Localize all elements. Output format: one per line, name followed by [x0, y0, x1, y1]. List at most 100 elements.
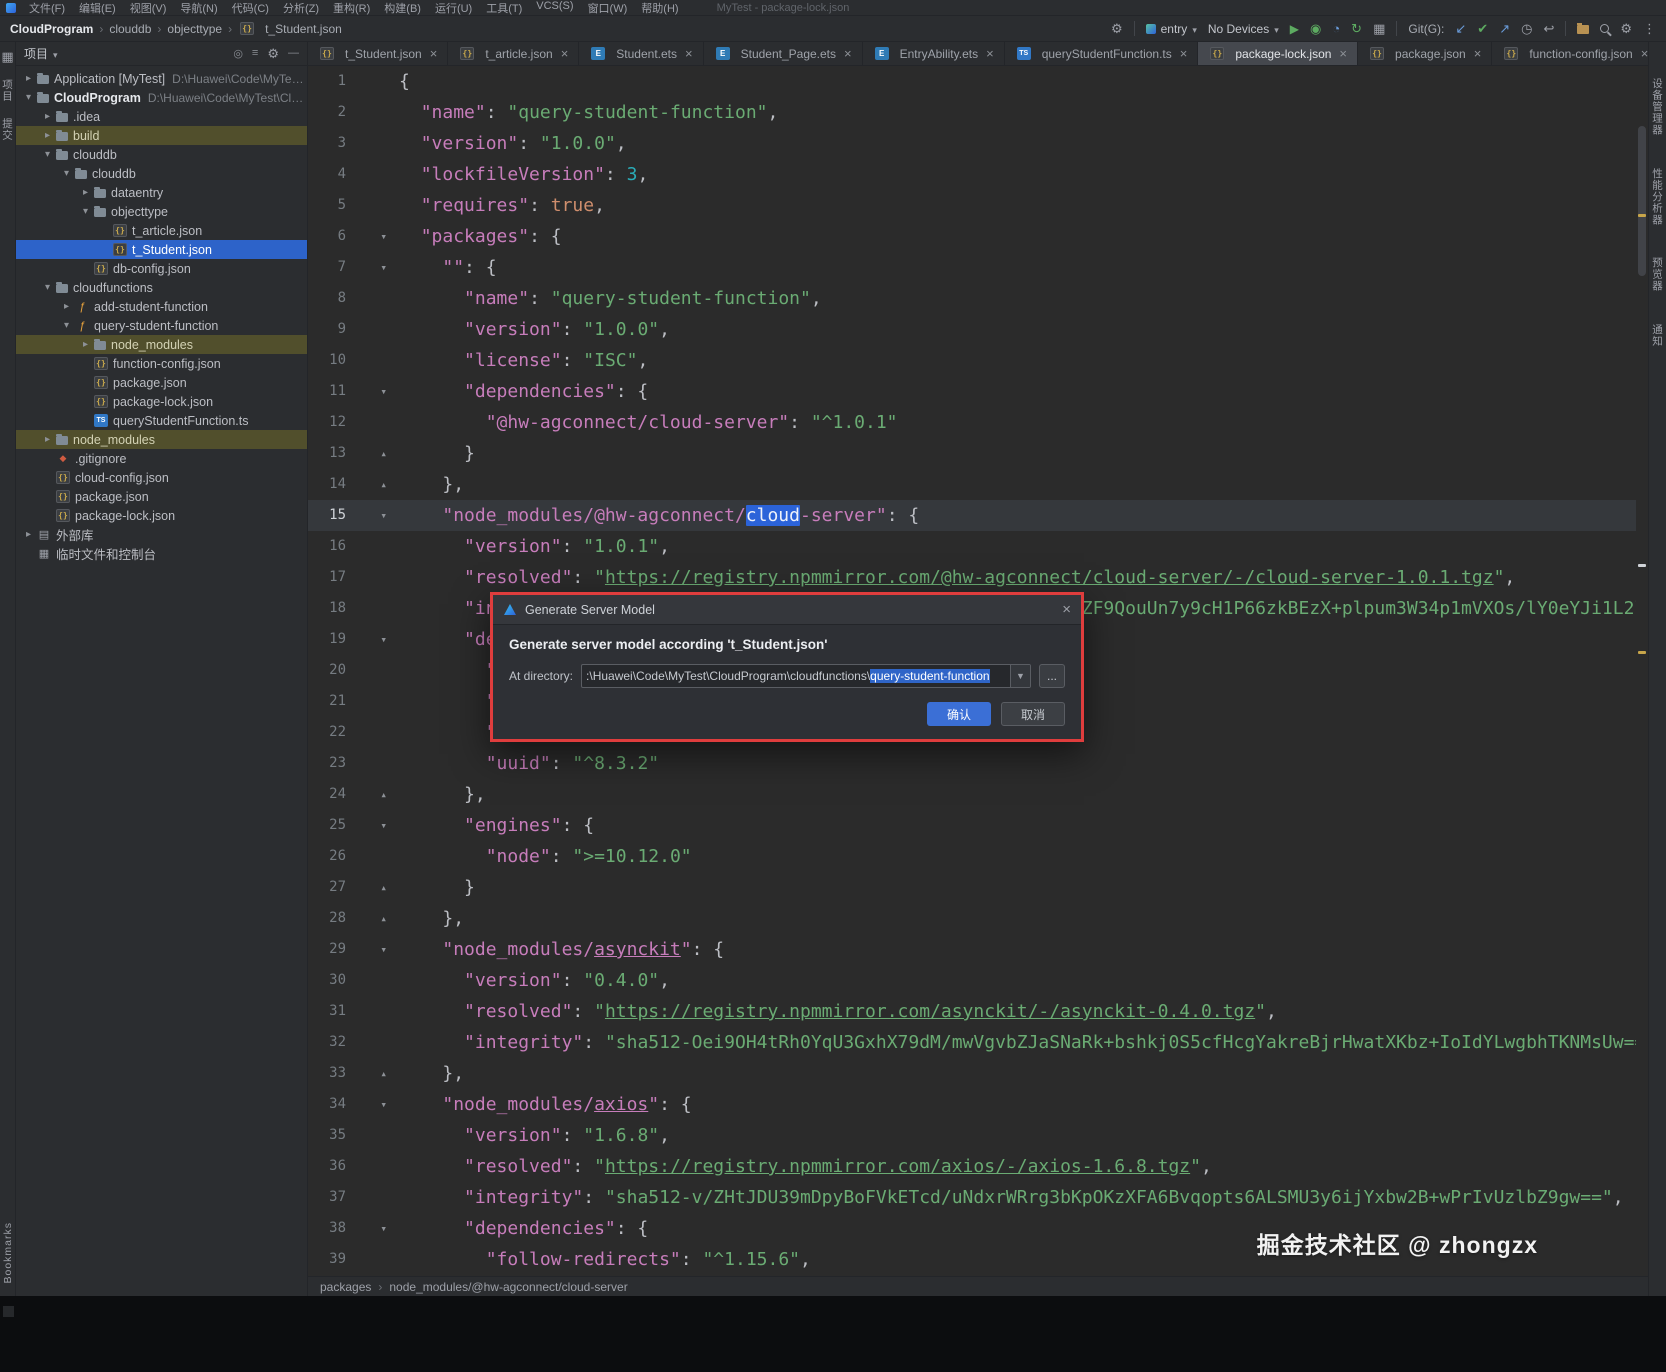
more-tools-icon[interactable] [1373, 22, 1385, 35]
tree-chevron-icon[interactable]: ▸ [79, 187, 92, 198]
tree-chevron-icon[interactable]: ▸ [79, 339, 92, 350]
editor-tab[interactable]: t_Student.json× [308, 42, 448, 65]
profiler-button[interactable] [1332, 22, 1340, 35]
tree-item[interactable]: package.json [16, 487, 307, 506]
fold-icon[interactable]: ▴ [350, 438, 399, 469]
menu-item[interactable]: 构建(B) [377, 0, 428, 16]
fold-icon[interactable]: ▾ [350, 1213, 399, 1244]
editor-tab[interactable]: Student.ets× [579, 42, 703, 65]
code-line[interactable]: 23 "uuid": "^8.3.2" [308, 748, 1636, 779]
fold-icon[interactable]: ▾ [350, 252, 399, 283]
collapse-all-icon[interactable]: ≡ [252, 47, 258, 60]
code-line[interactable]: 25▾ "engines": { [308, 810, 1636, 841]
menu-item[interactable]: 分析(Z) [276, 0, 326, 16]
code-line[interactable]: 32 "integrity": "sha512-Oei9OH4tRh0YqU3G… [308, 1027, 1636, 1058]
code-line[interactable]: 9 "version": "1.0.0", [308, 314, 1636, 345]
tool-window-button[interactable]: 提交 [0, 118, 15, 141]
fold-icon[interactable]: ▴ [350, 1058, 399, 1089]
tree-item[interactable]: 临时文件和控制台 [16, 544, 307, 563]
directory-combobox[interactable]: :\Huawei\Code\MyTest\CloudProgram\cloudf… [581, 664, 1031, 688]
fold-icon[interactable]: ▴ [350, 872, 399, 903]
tree-chevron-icon[interactable]: ▸ [60, 301, 73, 312]
tree-item[interactable]: ▾query-student-function [16, 316, 307, 335]
code-line[interactable]: 34▾ "node_modules/axios": { [308, 1089, 1636, 1120]
fold-icon[interactable]: ▾ [350, 624, 399, 655]
locate-file-icon[interactable]: ◎ [233, 47, 243, 60]
combobox-caret-icon[interactable]: ▼ [1010, 665, 1030, 687]
tree-item[interactable]: ▾cloudfunctions [16, 278, 307, 297]
code-line[interactable]: 14▴ }, [308, 469, 1636, 500]
tree-chevron-icon[interactable]: ▸ [41, 130, 54, 141]
editor-tab[interactable]: EntryAbility.ets× [863, 42, 1005, 65]
editor-tab[interactable]: function-config.json× [1492, 42, 1659, 65]
breadcrumb-item[interactable]: objecttype [167, 22, 222, 36]
code-line[interactable]: 28▴ }, [308, 903, 1636, 934]
tree-item[interactable]: .gitignore [16, 449, 307, 468]
fold-icon[interactable]: ▾ [350, 376, 399, 407]
code-line[interactable]: 17 "resolved": "https://registry.npmmirr… [308, 562, 1636, 593]
menu-item[interactable]: 编辑(E) [72, 0, 123, 16]
code-line[interactable]: 35 "version": "1.6.8", [308, 1120, 1636, 1151]
tree-item[interactable]: ▾CloudProgramD:\Huawei\Code\MyTest\Clou.… [16, 88, 307, 107]
code-line[interactable]: 3 "version": "1.0.0", [308, 128, 1636, 159]
code-line[interactable]: 29▾ "node_modules/asynckit": { [308, 934, 1636, 965]
project-tool-icon[interactable] [1, 50, 13, 63]
code-line[interactable]: 8 "name": "query-student-function", [308, 283, 1636, 314]
editor-tab[interactable]: package-lock.json× [1198, 42, 1358, 65]
code-line[interactable]: 30 "version": "0.4.0", [308, 965, 1636, 996]
tree-item[interactable]: ▸build [16, 126, 307, 145]
tool-window-button[interactable]: 通知 [1650, 324, 1665, 347]
panel-settings-icon[interactable] [267, 47, 279, 60]
bookmarks-tool-button[interactable]: Bookmarks [2, 1222, 14, 1284]
cancel-button[interactable]: 取消 [1001, 702, 1065, 726]
fold-icon[interactable]: ▾ [350, 934, 399, 965]
breadcrumb-item[interactable]: CloudProgram [10, 22, 93, 36]
tree-item[interactable]: ▸外部库 [16, 525, 307, 544]
editor-tab[interactable]: package.json× [1358, 42, 1492, 65]
code-line[interactable]: 31 "resolved": "https://registry.npmmirr… [308, 996, 1636, 1027]
open-folder-icon[interactable] [1577, 25, 1589, 34]
tree-item[interactable]: ▸add-student-function [16, 297, 307, 316]
tree-chevron-icon[interactable]: ▸ [22, 73, 35, 84]
git-commit-button[interactable] [1477, 22, 1488, 35]
tree-item[interactable]: db-config.json [16, 259, 307, 278]
close-icon[interactable]: × [430, 46, 438, 61]
tool-window-button[interactable]: 性能分析器 [1650, 168, 1665, 226]
run-button[interactable] [1290, 22, 1299, 35]
tool-window-button[interactable]: 项目 [0, 79, 15, 102]
history-button[interactable] [1521, 22, 1532, 35]
close-icon[interactable]: × [561, 46, 569, 61]
fold-icon[interactable]: ▾ [350, 221, 399, 252]
fold-icon[interactable]: ▴ [350, 469, 399, 500]
tree-chevron-icon[interactable]: ▾ [60, 320, 73, 331]
close-icon[interactable]: × [685, 46, 693, 61]
menu-item[interactable]: 运行(U) [428, 0, 479, 16]
scrollbar-thumb[interactable] [1638, 126, 1646, 276]
device-selector[interactable]: No Devices [1208, 22, 1279, 36]
tree-item[interactable]: package-lock.json [16, 392, 307, 411]
tree-item[interactable]: cloud-config.json [16, 468, 307, 487]
tree-chevron-icon[interactable]: ▾ [60, 168, 73, 179]
kebab-menu-icon[interactable] [1643, 22, 1656, 35]
close-icon[interactable]: × [986, 46, 994, 61]
code-line[interactable]: 13▴ } [308, 438, 1636, 469]
editor-tab[interactable]: t_article.json× [448, 42, 579, 65]
tool-window-button[interactable]: 预览器 [1650, 257, 1665, 292]
code-line[interactable]: 4 "lockfileVersion": 3, [308, 159, 1636, 190]
search-icon[interactable] [1600, 24, 1609, 33]
code-line[interactable]: 1{ [308, 66, 1636, 97]
tree-item[interactable]: package.json [16, 373, 307, 392]
code-line[interactable]: 12 "@hw-agconnect/cloud-server": "^1.0.1… [308, 407, 1636, 438]
git-update-button[interactable] [1455, 22, 1466, 35]
close-icon[interactable]: × [1474, 46, 1482, 61]
terminal-icon[interactable] [3, 1306, 14, 1317]
editor-tab[interactable]: queryStudentFunction.ts× [1005, 42, 1199, 65]
tree-item[interactable]: package-lock.json [16, 506, 307, 525]
code-line[interactable]: 6▾ "packages": { [308, 221, 1636, 252]
rerun-button[interactable] [1351, 22, 1362, 35]
code-line[interactable]: 15▾ "node_modules/@hw-agconnect/cloud-se… [308, 500, 1636, 531]
tree-item[interactable]: ▸node_modules [16, 430, 307, 449]
undo-button[interactable] [1543, 22, 1554, 35]
menu-item[interactable]: 导航(N) [173, 0, 224, 16]
close-icon[interactable]: × [844, 46, 852, 61]
